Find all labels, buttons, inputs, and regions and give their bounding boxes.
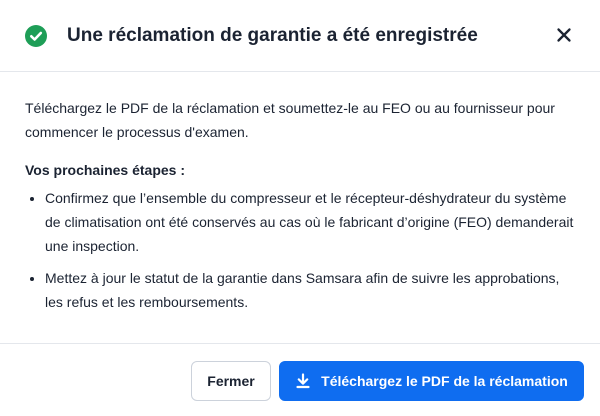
download-pdf-button[interactable]: Téléchargez le PDF de la réclamation	[279, 361, 584, 401]
dialog-title: Une réclamation de garantie a été enregi…	[67, 25, 478, 46]
intro-text: Téléchargez le PDF de la réclamation et …	[25, 100, 555, 140]
close-button[interactable]	[551, 24, 577, 50]
steps-heading: Vos prochaines étapes :	[25, 162, 186, 178]
warranty-claim-dialog: Une réclamation de garantie a été enregi…	[0, 0, 600, 416]
dialog-header: Une réclamation de garantie a été enregi…	[0, 0, 600, 72]
download-button-label: Téléchargez le PDF de la réclamation	[321, 373, 568, 389]
download-icon	[295, 373, 311, 389]
close-dialog-button[interactable]: Fermer	[191, 361, 271, 401]
dialog-footer: Fermer Téléchargez le PDF de la réclamat…	[0, 343, 600, 416]
check-circle-icon	[25, 25, 47, 47]
close-icon	[556, 27, 572, 48]
list-item: Confirmez que l’ensemble du compresseur …	[45, 186, 580, 258]
dialog-body: Téléchargez le PDF de la réclamation et …	[25, 96, 580, 322]
list-item: Mettez à jour le statut de la garantie d…	[45, 266, 580, 314]
steps-list: Confirmez que l’ensemble du compresseur …	[25, 186, 580, 314]
